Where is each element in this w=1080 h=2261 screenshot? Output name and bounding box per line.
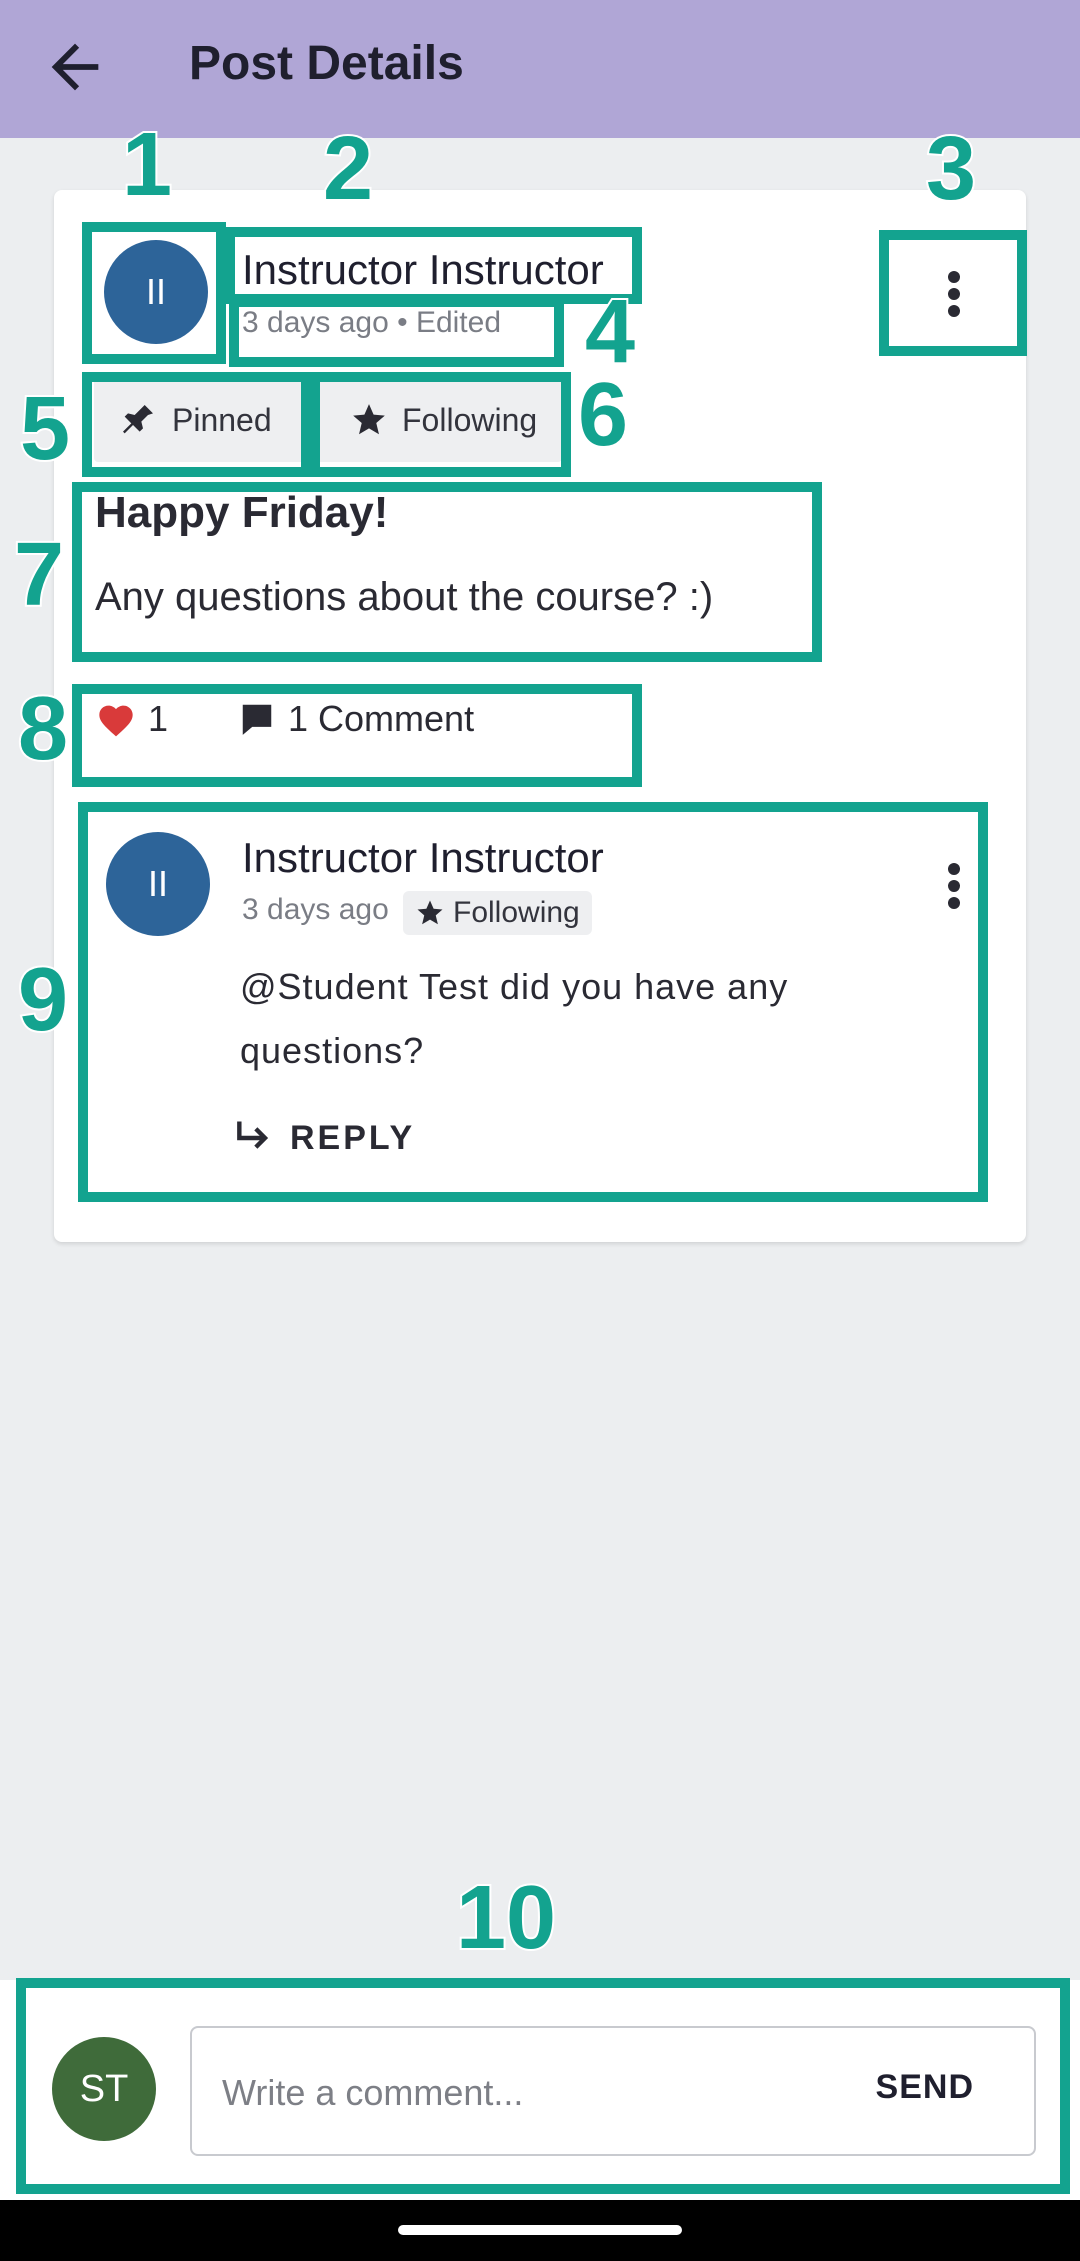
annotation-number-5: 5 bbox=[18, 379, 72, 479]
annotation-number-6: 6 bbox=[576, 365, 630, 465]
arrow-left-icon bbox=[51, 43, 99, 91]
annotation-box-3 bbox=[879, 230, 1027, 356]
page-title: Post Details bbox=[189, 37, 464, 90]
annotation-box-4 bbox=[229, 297, 564, 367]
system-nav-bar bbox=[0, 2200, 1080, 2261]
annotation-number-8: 8 bbox=[16, 679, 70, 779]
home-indicator[interactable] bbox=[398, 2225, 682, 2235]
annotation-box-6 bbox=[310, 372, 571, 477]
back-button[interactable] bbox=[40, 32, 110, 102]
annotation-number-7: 7 bbox=[12, 525, 66, 625]
annotation-number-2: 2 bbox=[321, 119, 375, 219]
annotation-box-7 bbox=[72, 482, 822, 662]
annotation-number-4: 4 bbox=[583, 282, 637, 382]
annotation-box-1 bbox=[82, 222, 226, 364]
annotation-box-8 bbox=[72, 684, 642, 787]
annotation-box-2 bbox=[225, 227, 642, 304]
annotation-box-9 bbox=[78, 802, 988, 1202]
annotation-number-9: 9 bbox=[16, 950, 70, 1050]
annotation-box-10 bbox=[16, 1978, 1070, 2194]
annotation-box-5 bbox=[82, 372, 311, 477]
annotation-number-3: 3 bbox=[924, 119, 978, 219]
annotation-number-10: 10 bbox=[454, 1868, 558, 1968]
annotation-number-1: 1 bbox=[120, 115, 174, 215]
